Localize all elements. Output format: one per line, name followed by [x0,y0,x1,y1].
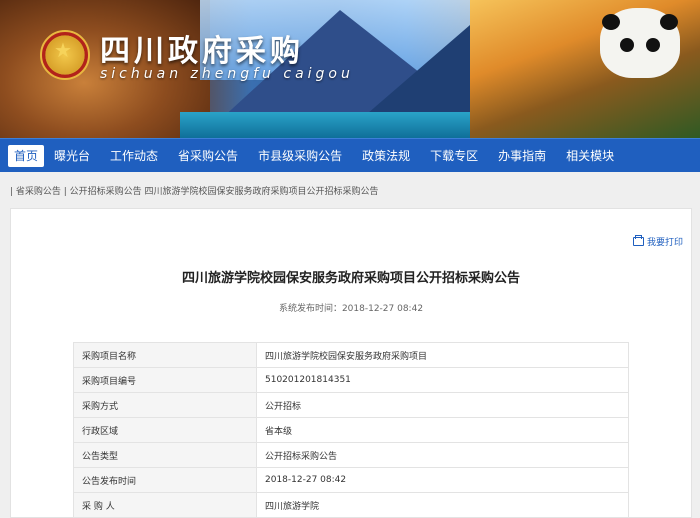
main-nav: 首页 曝光台 工作动态 省采购公告 市县级采购公告 政策法规 下载专区 办事指南… [0,138,700,172]
row-label: 公告发布时间 [73,467,257,493]
nav-policies[interactable]: 政策法规 [352,145,420,167]
publish-time: 系统发布时间：2018-12-27 08:42 [278,304,424,314]
nav-province-notices[interactable]: 省采购公告 [168,145,248,167]
page-title: 四川旅游学院校园保安服务政府采购项目公开招标采购公告 [181,271,520,286]
table-row: 采 购 人 四川旅游学院 [73,492,629,518]
table-row: 采购项目编号 510201201814351 [73,367,629,393]
content-panel: 我要打印 四川旅游学院校园保安服务政府采购项目公开招标采购公告 系统发布时间：2… [10,208,692,518]
nav-guide[interactable]: 办事指南 [488,145,556,167]
table-row: 采购方式 公开招标 [73,392,629,418]
national-emblem-icon [40,30,90,80]
nav-downloads[interactable]: 下载专区 [420,145,488,167]
row-value: 公开招标 [256,392,629,418]
row-label: 采购项目编号 [73,367,257,393]
row-label: 采购方式 [73,392,257,418]
printer-icon [632,235,644,246]
table-row: 公告类型 公开招标采购公告 [73,442,629,468]
info-table: 采购项目名称 四川旅游学院校园保安服务政府采购项目 采购项目编号 5102012… [73,342,629,518]
row-label: 采购项目名称 [73,342,257,368]
row-value: 510201201814351 [256,367,629,393]
print-label: 我要打印 [646,238,683,248]
nav-exposure[interactable]: 曝光台 [44,145,100,167]
table-row: 采购项目名称 四川旅游学院校园保安服务政府采购项目 [73,342,629,368]
row-value: 四川旅游学院 [256,492,629,518]
breadcrumb[interactable]: | 省采购公告 | 公开招标采购公告 四川旅游学院校园保安服务政府采购项目公开招… [10,180,690,204]
site-title: 四川政府采购 [100,34,304,69]
nav-city-county-notices[interactable]: 市县级采购公告 [248,145,352,167]
nav-work-news[interactable]: 工作动态 [100,145,168,167]
print-button[interactable]: 我要打印 [632,235,683,248]
nav-home[interactable]: 首页 [8,144,45,167]
row-value: 四川旅游学院校园保安服务政府采购项目 [256,342,629,368]
row-label: 公告类型 [73,442,257,468]
row-value: 公开招标采购公告 [256,442,629,468]
table-row: 公告发布时间 2018-12-27 08:42 [73,467,629,493]
site-banner: 四川政府采购 sichuan zhengfu caigou [0,0,700,138]
panda-image [600,8,680,78]
nav-related[interactable]: 相关模块 [556,145,624,167]
table-row: 行政区域 省本级 [73,417,629,443]
row-value: 省本级 [256,417,629,443]
row-label: 行政区域 [73,417,257,443]
row-value: 2018-12-27 08:42 [256,467,629,493]
site-subtitle: sichuan zhengfu caigou [100,66,354,82]
row-label: 采 购 人 [73,492,257,518]
